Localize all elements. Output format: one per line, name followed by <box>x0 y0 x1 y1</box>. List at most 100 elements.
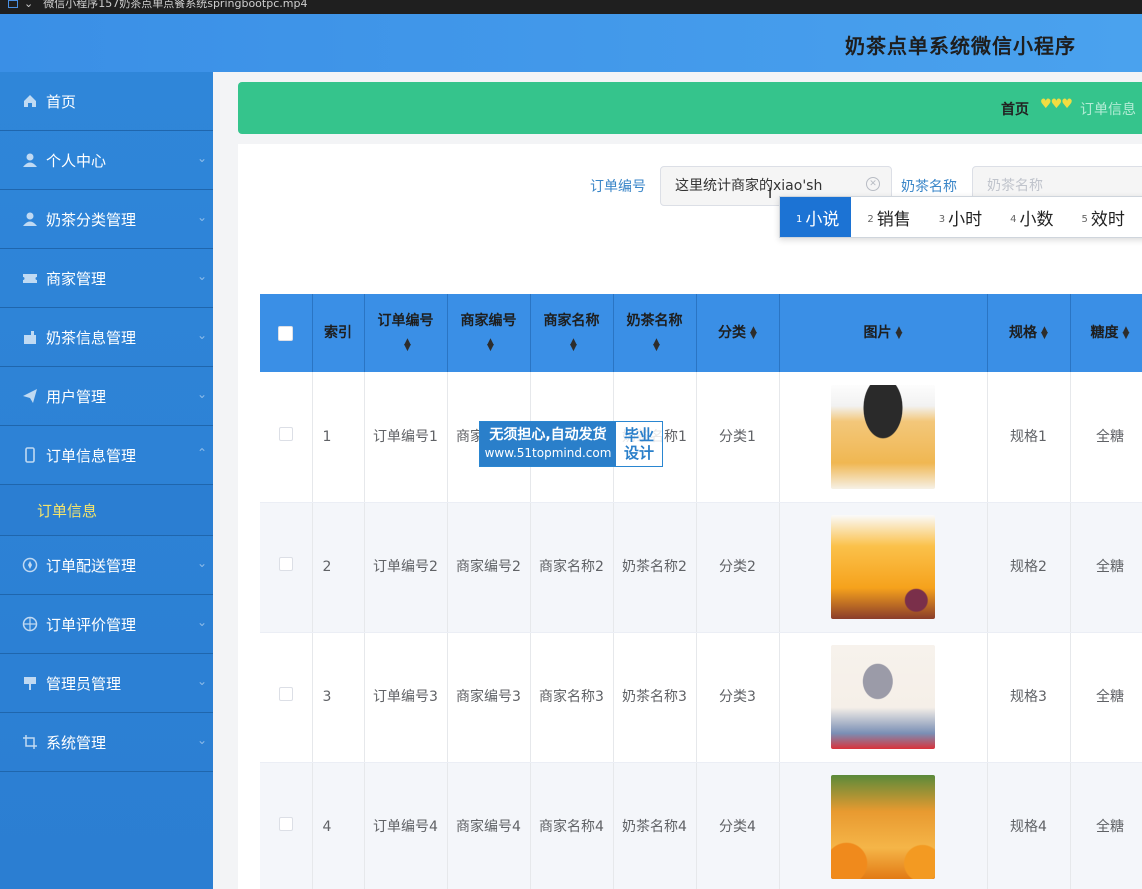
milk-tea-image[interactable] <box>831 645 935 749</box>
chevron-up-icon: ⌃ <box>196 446 207 460</box>
column-header[interactable]: 规格 ▲ ▼ <box>987 294 1071 372</box>
sort-icon[interactable]: ▲ ▼ <box>570 338 577 353</box>
sidebar-item-category[interactable]: 奶茶分类管理 ⌄ <box>0 190 213 249</box>
user-icon <box>22 211 38 227</box>
milk-name-label: 奶茶名称 <box>901 179 957 195</box>
sidebar-item-label: 奶茶信息管理 <box>46 328 137 347</box>
select-all-checkbox[interactable] <box>278 325 294 341</box>
sidebar-item-order-info[interactable]: 订单信息管理 ⌃ <box>0 426 213 485</box>
milk-tea-image[interactable] <box>831 515 935 619</box>
image-cell <box>779 762 988 889</box>
column-header[interactable]: 分类 ▲ ▼ <box>696 294 780 372</box>
sugar-cell: 全糖 <box>1070 762 1142 889</box>
sugar-cell: 全糖 <box>1070 372 1142 503</box>
order-no-cell: 订单编号2 <box>364 502 448 633</box>
row-checkbox[interactable] <box>278 557 293 571</box>
sort-icon[interactable]: ▲ ▼ <box>404 338 411 353</box>
milk-tea-image[interactable] <box>831 775 935 879</box>
sidebar-item-merchant[interactable]: 商家管理 ⌄ <box>0 249 213 308</box>
sidebar-item-users[interactable]: 用户管理 ⌄ <box>0 367 213 426</box>
sidebar-item-admin[interactable]: 管理员管理 ⌄ <box>0 654 213 713</box>
breadcrumb-home-link[interactable]: 首页 <box>1001 99 1029 119</box>
submenu-item-order-info[interactable]: 订单信息 <box>0 485 213 536</box>
row-select-cell[interactable] <box>260 502 313 633</box>
sugar-cell: 全糖 <box>1070 632 1142 763</box>
merchant-name-cell: 商家名称3 <box>530 632 614 763</box>
row-checkbox[interactable] <box>278 687 293 701</box>
spec-cell: 规格3 <box>987 632 1071 763</box>
ime-candidate[interactable]: 1 小说 <box>780 197 852 237</box>
send-icon <box>22 388 38 404</box>
sidebar-item-milk-info[interactable]: 奶茶信息管理 ⌄ <box>0 308 213 367</box>
ime-candidate[interactable]: 4 小数 <box>994 197 1065 237</box>
sidebar-item-delivery[interactable]: 订单配送管理 ⌄ <box>0 536 213 595</box>
row-checkbox[interactable] <box>278 426 293 441</box>
sort-icon[interactable]: ▲ ▼ <box>1123 326 1130 341</box>
column-header[interactable]: 糖度 ▲ ▼ <box>1070 294 1142 372</box>
order-no-cell: 订单编号1 <box>364 372 448 503</box>
sidebar-item-home[interactable]: 首页 <box>0 72 213 131</box>
sort-icon[interactable]: ▲ ▼ <box>896 326 903 341</box>
milk-name-cell: 奶茶名称2 <box>613 502 697 633</box>
column-header[interactable]: 奶茶名称 ▲ ▼ <box>613 294 697 372</box>
chevron-down-icon: ⌄ <box>196 328 207 342</box>
merchant-name-cell: 商家名称4 <box>530 762 614 889</box>
ime-candidate[interactable]: 2 销售 <box>851 197 922 237</box>
index-cell: 3 <box>312 632 365 763</box>
sidebar-item-label: 订单评价管理 <box>46 615 137 634</box>
column-header: 索引 <box>312 294 365 372</box>
chevron-down-icon[interactable]: ⌄ <box>24 0 33 9</box>
merchant-no-cell: 商家编号3 <box>447 632 531 763</box>
column-header[interactable]: 图片 ▲ ▼ <box>779 294 988 372</box>
index-cell: 2 <box>312 502 365 633</box>
image-cell <box>779 502 988 633</box>
crop-icon <box>22 734 38 750</box>
phone-icon <box>22 447 38 463</box>
sidebar-item-label: 订单配送管理 <box>46 556 137 575</box>
sidebar-item-label: 首页 <box>46 92 77 111</box>
sort-icon[interactable]: ▲ ▼ <box>1041 326 1048 341</box>
sidebar-item-profile[interactable]: 个人中心 ⌄ <box>0 131 213 190</box>
column-header[interactable]: 订单编号 ▲ ▼ <box>364 294 448 372</box>
ime-candidate[interactable]: 3 小时 <box>923 197 994 237</box>
row-select-cell[interactable] <box>260 372 313 503</box>
category-cell: 分类3 <box>696 632 780 763</box>
sidebar-item-label: 管理员管理 <box>46 674 122 693</box>
merchant-name-cell: 商家名称2 <box>530 502 614 633</box>
breadcrumb-current: 订单信息 <box>1080 102 1136 118</box>
column-header[interactable]: 商家名称 ▲ ▼ <box>530 294 614 372</box>
content-panel: 订单编号 这里统计商家的xiao'sh ✕ I 奶茶名称 奶茶名称 1 小说 2销… <box>238 144 1142 889</box>
compass-icon <box>22 557 38 573</box>
select-all-header[interactable] <box>260 294 313 372</box>
clear-icon[interactable]: ✕ <box>866 177 880 191</box>
table-row[interactable]: 3 订单编号3 商家编号3 商家名称3 奶茶名称3 分类3 规格3 全糖 <box>260 632 1142 763</box>
watermark-badge: 无须担心,自动发货 www.51topmind.com 毕业 设计 <box>479 421 663 467</box>
order-no-label: 订单编号 <box>590 179 646 195</box>
table-row[interactable]: 2 订单编号2 商家编号2 商家名称2 奶茶名称2 分类2 规格2 全糖 <box>260 502 1142 633</box>
chevron-down-icon: ⌄ <box>196 269 207 283</box>
sidebar-item-label: 个人中心 <box>46 151 107 170</box>
order-no-cell: 订单编号3 <box>364 632 448 763</box>
flag-icon <box>22 675 38 691</box>
row-select-cell[interactable] <box>260 762 313 889</box>
ime-candidate[interactable]: 5 效时 <box>1066 197 1137 237</box>
breadcrumb: 首页 ♥♥♥ 订单信息 <box>238 82 1142 134</box>
sidebar-item-review[interactable]: 订单评价管理 ⌄ <box>0 595 213 654</box>
table-header-row: 索引 订单编号 ▲ ▼ 商家编号 ▲ ▼ 商家名称 ▲ ▼ 奶茶名称 ▲ ▼ 分类 ▲ ▼ 图片 ▲ ▼… <box>260 294 1142 372</box>
sort-icon[interactable]: ▲ ▼ <box>750 326 757 341</box>
image-cell <box>779 632 988 763</box>
column-header[interactable]: 商家编号 ▲ ▼ <box>447 294 531 372</box>
row-checkbox[interactable] <box>278 817 293 831</box>
sort-icon[interactable]: ▲ ▼ <box>653 338 660 353</box>
sort-icon[interactable]: ▲ ▼ <box>487 338 494 353</box>
sidebar-item-system[interactable]: 系统管理 ⌄ <box>0 713 213 772</box>
app-header: 奶茶点单系统微信小程序 <box>0 14 1142 72</box>
milk-tea-image[interactable] <box>831 384 935 489</box>
table-row[interactable]: 1 订单编号1 商家编号1 商家名称1 奶茶名称1 分类1 规格1 全糖 <box>260 372 1142 503</box>
table-row[interactable]: 4 订单编号4 商家编号4 商家名称4 奶茶名称4 分类4 规格4 全糖 <box>260 762 1142 889</box>
watermark-right: 毕业 设计 <box>623 426 654 462</box>
category-cell: 分类1 <box>696 372 780 503</box>
watermark-left: 无须担心,自动发货 www.51topmind.com <box>480 422 616 466</box>
sugar-cell: 全糖 <box>1070 502 1142 633</box>
row-select-cell[interactable] <box>260 632 313 763</box>
